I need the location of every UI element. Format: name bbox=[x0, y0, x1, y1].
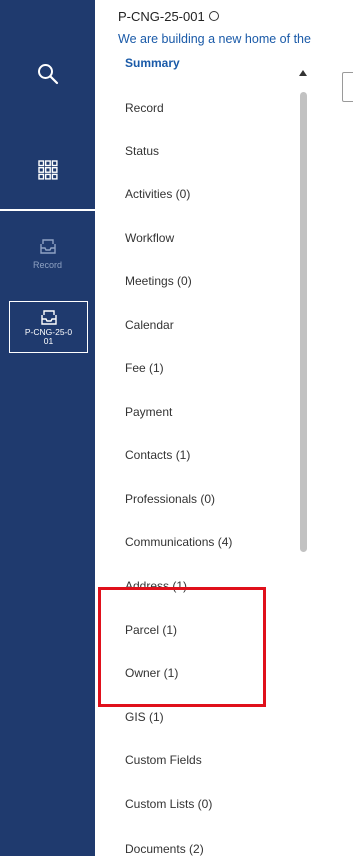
nav-item-professionals[interactable]: Professionals (0) bbox=[125, 492, 215, 506]
nav-item-custom-fields[interactable]: Custom Fields bbox=[125, 753, 202, 767]
content-panel-box[interactable] bbox=[342, 72, 353, 102]
record-button-label: Record bbox=[32, 260, 62, 270]
nav-scrollbar-thumb[interactable] bbox=[300, 92, 307, 552]
nav-item-summary[interactable]: Summary bbox=[125, 56, 180, 70]
scroll-up-arrow-icon[interactable] bbox=[299, 70, 307, 76]
current-record-label: P-CNG-25-001 bbox=[24, 327, 73, 346]
nav-item-record[interactable]: Record bbox=[125, 101, 164, 115]
inbox-tray-icon bbox=[39, 239, 56, 254]
nav-item-calendar[interactable]: Calendar bbox=[125, 318, 174, 332]
apps-grid-icon bbox=[37, 160, 58, 180]
rail-divider bbox=[0, 209, 95, 211]
nav-item-meetings[interactable]: Meetings (0) bbox=[125, 274, 192, 288]
record-nav-list: Summary Record Status Activities (0) Wor… bbox=[95, 48, 300, 856]
nav-item-activities[interactable]: Activities (0) bbox=[125, 187, 190, 201]
current-record-button[interactable]: P-CNG-25-001 bbox=[9, 301, 88, 353]
left-rail: Record P-CNG-25-001 bbox=[0, 0, 95, 856]
nav-item-documents[interactable]: Documents (2) bbox=[125, 842, 204, 856]
record-description: We are building a new home of the bbox=[118, 32, 311, 46]
record-id-heading: P-CNG-25-001 bbox=[118, 9, 219, 24]
nav-item-payment[interactable]: Payment bbox=[125, 405, 172, 419]
nav-item-contacts[interactable]: Contacts (1) bbox=[125, 448, 190, 462]
nav-item-fee[interactable]: Fee (1) bbox=[125, 361, 164, 375]
nav-item-status[interactable]: Status bbox=[125, 144, 159, 158]
record-id-text: P-CNG-25-001 bbox=[118, 9, 205, 24]
nav-item-communications[interactable]: Communications (4) bbox=[125, 535, 232, 549]
nav-item-workflow[interactable]: Workflow bbox=[125, 231, 174, 245]
refresh-icon[interactable] bbox=[208, 11, 219, 21]
nav-item-gis[interactable]: GIS (1) bbox=[125, 710, 164, 724]
record-button[interactable]: Record bbox=[0, 222, 95, 286]
apps-button[interactable] bbox=[0, 140, 95, 200]
search-icon bbox=[37, 64, 58, 85]
nav-item-custom-lists[interactable]: Custom Lists (0) bbox=[125, 797, 212, 811]
inbox-tray-icon bbox=[40, 310, 57, 325]
search-button[interactable] bbox=[0, 48, 95, 100]
highlight-box bbox=[98, 587, 266, 707]
